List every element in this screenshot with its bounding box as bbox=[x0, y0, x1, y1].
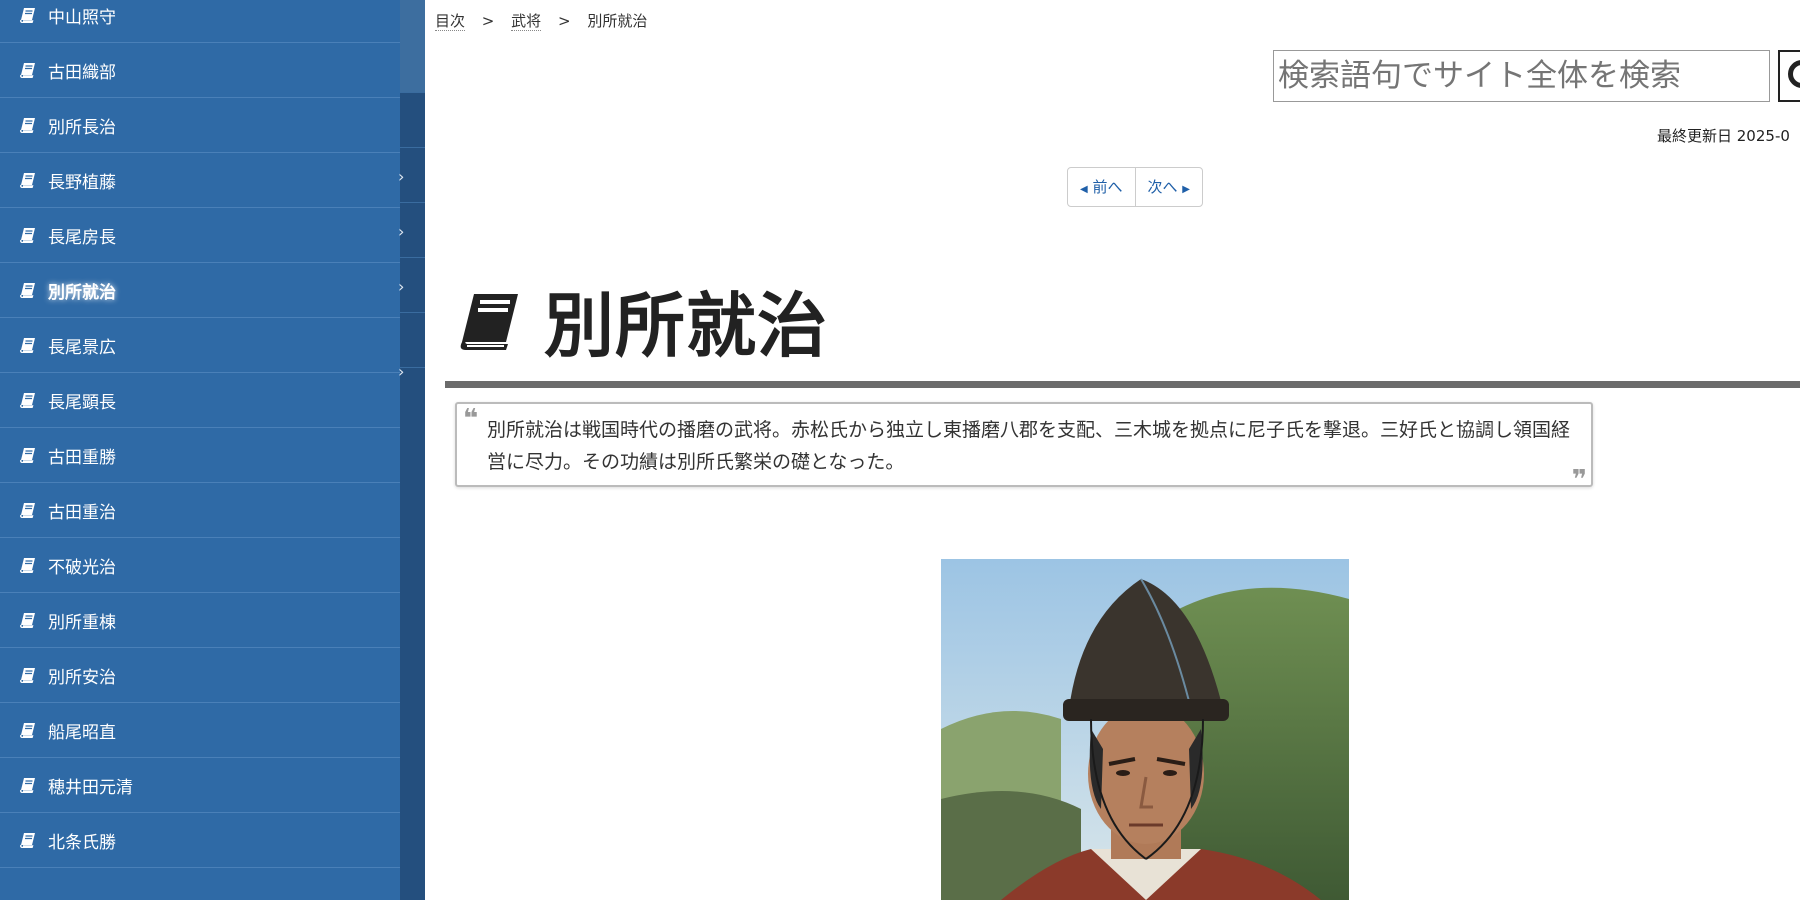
book-icon bbox=[460, 293, 518, 350]
title-divider bbox=[445, 381, 1800, 388]
sidebar-gutter bbox=[400, 0, 425, 900]
sidebar-item[interactable]: 古田織部 bbox=[0, 43, 400, 98]
search-input[interactable] bbox=[1273, 50, 1770, 102]
breadcrumb-separator: > bbox=[557, 12, 571, 30]
book-icon bbox=[20, 228, 35, 243]
breadcrumb-item-warlords[interactable]: 武将 bbox=[511, 12, 542, 31]
book-icon bbox=[20, 778, 35, 793]
book-icon bbox=[20, 63, 35, 78]
sidebar-item[interactable]: 不破光治 bbox=[0, 538, 400, 593]
sidebar: 中山照守古田織部別所長治長野植藤長尾房長別所就治長尾景広長尾顕長古田重勝古田重治… bbox=[0, 0, 400, 900]
book-icon bbox=[20, 393, 35, 408]
sidebar-item-label: 長尾顕長 bbox=[48, 392, 116, 413]
sidebar-item-label: 不破光治 bbox=[48, 557, 116, 578]
sidebar-item[interactable]: 別所長治 bbox=[0, 98, 400, 153]
portrait-photo bbox=[941, 559, 1349, 900]
prev-page-label: 前へ bbox=[1092, 178, 1123, 196]
sidebar-gutter-top bbox=[400, 0, 425, 92]
book-icon bbox=[20, 613, 35, 628]
summary-quote: ❝ 別所就治は戦国時代の播磨の武将。赤松氏から独立し東播磨八郡を支配、三木城を拠… bbox=[455, 402, 1593, 493]
chevron-right-icon[interactable]: › bbox=[398, 362, 404, 381]
breadcrumb-item-current: 別所就治 bbox=[587, 12, 648, 30]
caret-left-icon: ◀ bbox=[1080, 184, 1088, 195]
sidebar-item[interactable]: 別所就治 bbox=[0, 263, 400, 318]
breadcrumb: 目次 > 武将 > 別所就治 bbox=[435, 10, 647, 31]
caret-right-icon: ▶ bbox=[1182, 184, 1190, 195]
sidebar-item[interactable]: 別所重棟 bbox=[0, 593, 400, 648]
book-icon bbox=[20, 118, 35, 133]
chevron-right-icon[interactable]: › bbox=[398, 222, 404, 241]
book-icon bbox=[20, 723, 35, 738]
sidebar-item[interactable]: 古田重勝 bbox=[0, 428, 400, 483]
next-page-label: 次へ bbox=[1147, 178, 1178, 196]
chevron-right-icon[interactable]: › bbox=[398, 167, 404, 186]
pager: ◀ 前へ 次へ ▶ bbox=[1067, 167, 1203, 207]
breadcrumb-separator: > bbox=[481, 12, 495, 30]
book-icon bbox=[20, 338, 35, 353]
sidebar-item-label: 穂井田元清 bbox=[48, 777, 133, 798]
book-icon bbox=[20, 448, 35, 463]
sidebar-item[interactable]: 長野植藤 bbox=[0, 153, 400, 208]
quote-close-icon: ❞ bbox=[1571, 465, 1587, 495]
search-icon bbox=[1788, 60, 1800, 88]
sidebar-item[interactable]: 古田重治 bbox=[0, 483, 400, 538]
quote-open-icon: ❝ bbox=[463, 404, 479, 434]
sidebar-item[interactable]: 別所安治 bbox=[0, 648, 400, 703]
book-icon bbox=[20, 668, 35, 683]
sidebar-list: 中山照守古田織部別所長治長野植藤長尾房長別所就治長尾景広長尾顕長古田重勝古田重治… bbox=[0, 0, 400, 868]
sidebar-item-label: 別所安治 bbox=[48, 667, 116, 688]
breadcrumb-item-index[interactable]: 目次 bbox=[435, 12, 466, 31]
sidebar-item-label: 北条氏勝 bbox=[48, 832, 116, 853]
book-icon bbox=[20, 8, 35, 23]
sidebar-item-label: 別所重棟 bbox=[48, 612, 116, 633]
book-icon bbox=[20, 558, 35, 573]
title-row: 別所就治 bbox=[456, 270, 828, 371]
prev-page-button[interactable]: ◀ 前へ bbox=[1068, 168, 1135, 206]
last-updated: 最終更新日 2025-0 bbox=[1657, 127, 1790, 145]
book-icon bbox=[20, 173, 35, 188]
main-content: 目次 > 武将 > 別所就治 最終更新日 2025-0 ◀ 前へ 次へ ▶ 別所… bbox=[425, 0, 1800, 900]
book-icon bbox=[20, 503, 35, 518]
chevron-right-icon[interactable]: › bbox=[398, 277, 404, 296]
sidebar-item-label: 船尾昭直 bbox=[48, 722, 116, 743]
sidebar-item[interactable]: 長尾景広 bbox=[0, 318, 400, 373]
sidebar-item[interactable]: 中山照守 bbox=[0, 0, 400, 43]
sidebar-item-label: 別所長治 bbox=[48, 117, 116, 138]
sidebar-item[interactable]: 長尾顕長 bbox=[0, 373, 400, 428]
sidebar-item[interactable]: 北条氏勝 bbox=[0, 813, 400, 868]
sidebar-item-label: 古田重勝 bbox=[48, 447, 116, 468]
summary-text: 別所就治は戦国時代の播磨の武将。赤松氏から独立し東播磨八郡を支配、三木城を拠点に… bbox=[487, 419, 1571, 473]
sidebar-item-label: 別所就治 bbox=[48, 282, 116, 303]
sidebar-item-label: 古田織部 bbox=[48, 62, 116, 83]
sidebar-item-label: 古田重治 bbox=[48, 502, 116, 523]
book-icon bbox=[20, 283, 35, 298]
sidebar-item-label: 中山照守 bbox=[48, 7, 116, 28]
sidebar-item-label: 長野植藤 bbox=[48, 172, 116, 193]
search-button[interactable] bbox=[1778, 50, 1800, 102]
sidebar-item[interactable]: 長尾房長 bbox=[0, 208, 400, 263]
next-page-button[interactable]: 次へ ▶ bbox=[1134, 168, 1203, 206]
book-icon bbox=[20, 833, 35, 848]
sidebar-item[interactable]: 船尾昭直 bbox=[0, 703, 400, 758]
page-title: 別所就治 bbox=[544, 285, 828, 367]
sidebar-item-label: 長尾景広 bbox=[48, 337, 116, 358]
sidebar-item[interactable]: 穂井田元清 bbox=[0, 758, 400, 813]
sidebar-item-label: 長尾房長 bbox=[48, 227, 116, 248]
